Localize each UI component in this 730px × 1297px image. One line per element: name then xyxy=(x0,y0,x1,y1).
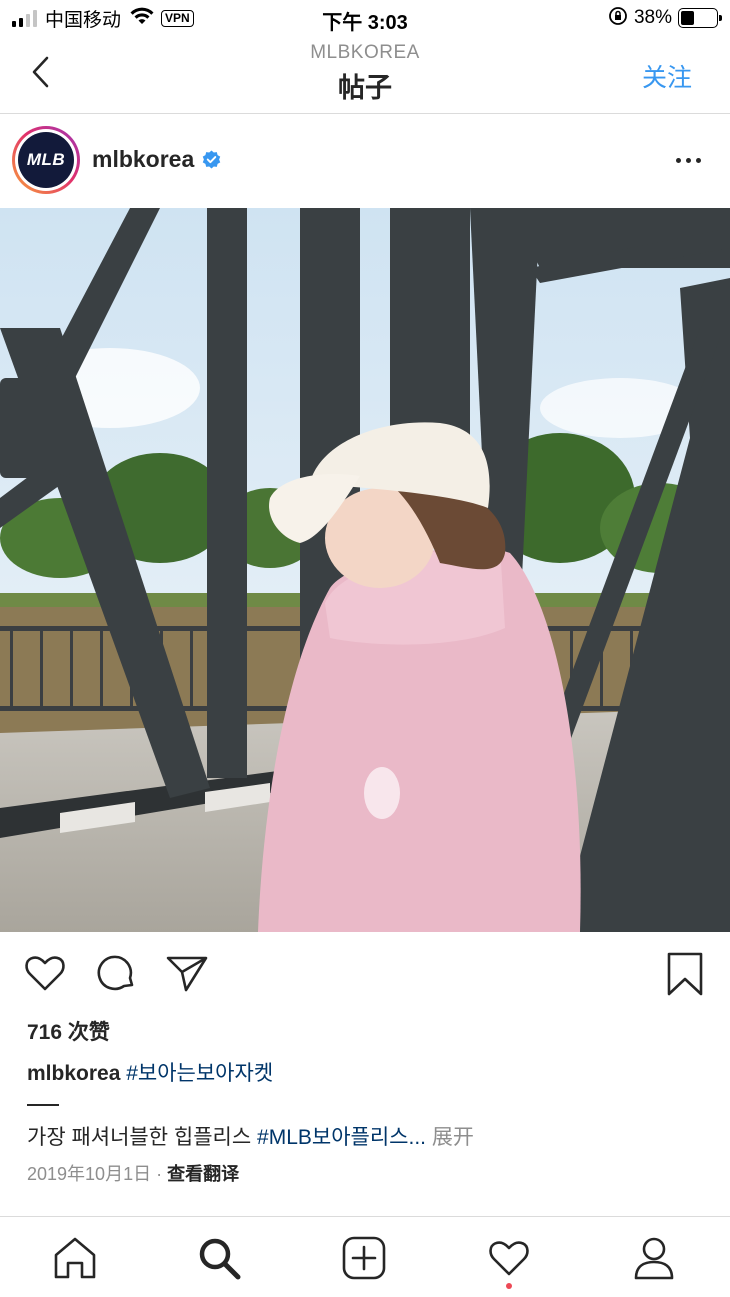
add-post-icon xyxy=(342,1236,386,1280)
caption-hashtag[interactable]: #보아는보아자켓 xyxy=(126,1062,273,1085)
home-icon xyxy=(54,1237,96,1279)
search-icon xyxy=(199,1238,241,1280)
save-button[interactable] xyxy=(662,950,708,1001)
share-button[interactable] xyxy=(164,950,210,1001)
username-text: mlbkorea xyxy=(92,146,195,172)
post-image xyxy=(0,208,730,932)
bookmark-icon xyxy=(667,952,703,996)
heart-icon xyxy=(25,956,65,991)
battery-percent: 38% xyxy=(633,7,672,28)
comment-button[interactable] xyxy=(94,950,140,1001)
caption-username[interactable]: mlbkorea xyxy=(27,1062,120,1085)
profile-icon xyxy=(634,1237,674,1280)
post-meta: 2019年10月1日 · 查看翻译 xyxy=(27,1160,239,1186)
post-header: MLB mlbkorea xyxy=(0,114,730,208)
post-date: 2019年10月1日 xyxy=(27,1164,152,1184)
rotation-lock-icon xyxy=(608,6,628,31)
avatar[interactable]: MLB xyxy=(12,126,80,194)
avatar-logo: MLB xyxy=(18,132,74,188)
tab-search[interactable] xyxy=(196,1235,242,1281)
nav-title-block: MLBKOREA 帖子 xyxy=(0,42,730,105)
tab-activity[interactable] xyxy=(486,1235,532,1281)
activity-heart-icon xyxy=(489,1241,529,1276)
expand-caption-link[interactable]: 展开 xyxy=(426,1126,474,1149)
caption-line: mlbkorea #보아는보아자켓 xyxy=(27,1057,273,1087)
tab-profile[interactable] xyxy=(631,1235,677,1281)
caption-text: 가장 패셔너블한 힙플리스 xyxy=(27,1126,258,1149)
meta-separator: · xyxy=(151,1164,168,1184)
battery-icon xyxy=(678,8,722,28)
follow-button[interactable]: 关注 xyxy=(642,58,692,94)
caption-hashtag-2[interactable]: #MLB보아플리스... xyxy=(257,1126,426,1149)
like-button[interactable] xyxy=(22,950,68,1001)
likes-count[interactable]: 716 次赞 xyxy=(27,1016,110,1046)
comment-icon xyxy=(97,955,134,991)
send-icon xyxy=(166,956,208,992)
page-title: 帖子 xyxy=(338,73,392,103)
verified-badge-icon xyxy=(203,150,221,169)
notification-dot xyxy=(506,1283,512,1289)
nav-subtitle: MLBKOREA xyxy=(310,42,420,63)
tab-home[interactable] xyxy=(52,1235,98,1281)
caption-body: 가장 패셔너블한 힙플리스 #MLB보아플리스... 展开 xyxy=(27,1121,474,1151)
post-photo[interactable] xyxy=(0,208,730,932)
translate-link[interactable]: 查看翻译 xyxy=(167,1164,239,1184)
post-actions xyxy=(0,950,730,1000)
post-username[interactable]: mlbkorea xyxy=(92,146,221,173)
more-options-button[interactable] xyxy=(676,148,706,172)
status-bar: 中国移动 VPN 下午 3:03 38% xyxy=(0,0,730,38)
more-dots-icon xyxy=(676,157,681,163)
bottom-tab-bar xyxy=(0,1216,730,1297)
caption-divider xyxy=(27,1104,59,1106)
nav-header: MLBKOREA 帖子 关注 xyxy=(0,38,730,114)
tab-add-post[interactable] xyxy=(341,1235,387,1281)
